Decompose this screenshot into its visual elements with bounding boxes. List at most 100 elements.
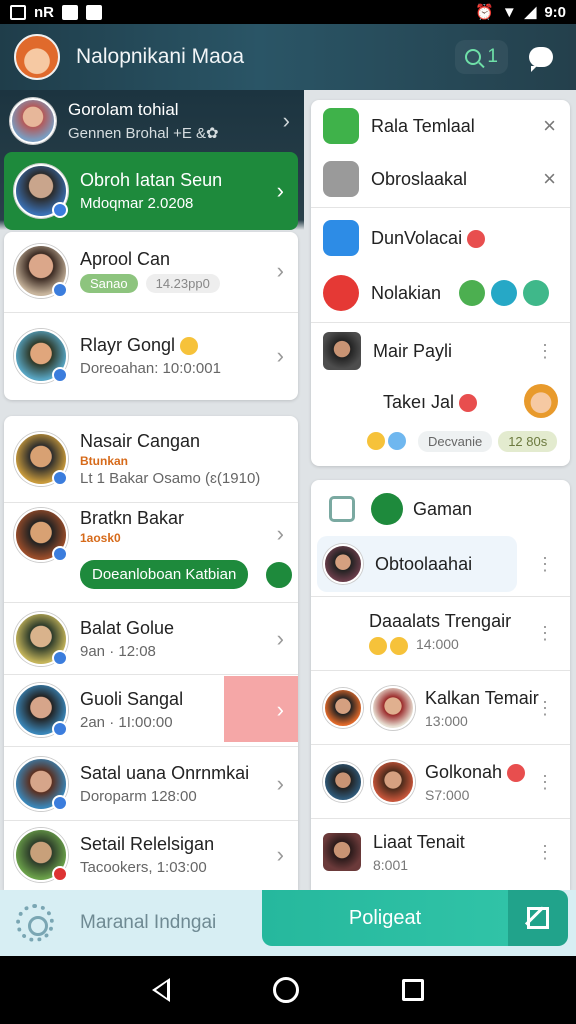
whatsapp-icon[interactable] — [459, 280, 486, 306]
mail-icon — [62, 4, 78, 20]
panel2-header: Gaman — [311, 486, 570, 532]
bottom-label[interactable]: Maranal Indngai — [80, 912, 216, 934]
id-icon[interactable] — [523, 280, 550, 306]
profile-avatar[interactable] — [14, 34, 60, 80]
divider — [4, 746, 298, 747]
chat-card-a: Aprool Can Sanao 14.23pp0 › Rlayr Gongl D… — [4, 232, 298, 400]
divider — [4, 674, 298, 675]
app-icon — [323, 275, 359, 311]
panel-item-5[interactable]: Takeı Jal — [311, 380, 570, 424]
wifi-icon: ▼ — [501, 3, 517, 21]
chat-name: Satal uana Onrnmkai — [80, 763, 250, 783]
avatar — [371, 760, 415, 804]
more-icon[interactable]: ⋮ — [536, 773, 554, 791]
contact-row-3[interactable]: Golkonah S7:000 ⋮ — [311, 746, 570, 818]
swipe-action[interactable] — [224, 676, 298, 742]
contact-row-1[interactable]: Daaalats Trengair 14:000 ⋮ — [311, 598, 570, 668]
chat-bubble-icon — [529, 47, 553, 72]
action-chip[interactable]: Doeanloboan Katbian — [80, 560, 249, 589]
close-icon[interactable]: × — [543, 166, 556, 192]
chat-row-4[interactable]: Nasair Cangan Btunkan Lt 1 Bakar Osamo (… — [4, 420, 298, 498]
new-chat-button[interactable] — [520, 36, 562, 78]
panel-chips: Decvanie 12 80s — [311, 426, 570, 456]
chat-row-7[interactable]: Guoli Sangal 2an · 1I:00:00 › — [4, 676, 298, 744]
contact-row-2[interactable]: Kalkan Temair 13:000 ⋮ — [311, 672, 570, 744]
chat-tag: 1aosk0 — [80, 531, 121, 545]
settings-gear-icon[interactable] — [16, 904, 54, 942]
avatar — [323, 332, 361, 370]
contact-name: Liaat Tenait — [373, 831, 465, 852]
more-icon[interactable]: ⋮ — [536, 843, 554, 861]
chat-sub: Lt 1 Bakar Osamo (ɛ(1910) — [80, 470, 261, 487]
avatar — [14, 329, 68, 383]
contact-time: 14:000 — [416, 636, 459, 653]
sticker-icon — [524, 384, 558, 418]
chevron-right-icon: › — [276, 771, 284, 796]
chat-row-6[interactable]: Balat Golue 9an · 12:08 › — [4, 604, 298, 674]
more-icon[interactable]: ⋮ — [536, 555, 554, 573]
status-bar: nR ⏰ ▼ ◢ 9:0 — [0, 0, 576, 24]
chat-row-2[interactable]: Aprool Can Sanao 14.23pp0 › — [4, 232, 298, 310]
chat-tag: Btunkan — [80, 454, 128, 468]
panel-item-3[interactable]: Nolakian — [311, 266, 570, 320]
contact-row-0[interactable]: Obtoolaahai ⋮ — [311, 536, 570, 592]
search-button[interactable]: 1 — [455, 40, 508, 74]
chat-row-1[interactable]: Obroh Iatan Seun Mdoqmar 2.0208 › — [4, 152, 298, 230]
chat-name: Nasair Cangan — [80, 431, 201, 451]
panel-item-0[interactable]: Rala Temlaal × — [311, 100, 570, 152]
avatar — [10, 98, 56, 144]
divider — [311, 596, 570, 597]
chevron-right-icon: › — [276, 626, 284, 651]
contacts-panel: Gaman Obtoolaahai ⋮ Daaalats Trengair 14… — [311, 480, 570, 890]
avatar — [323, 688, 363, 728]
panel-label: Takeı Jal — [383, 392, 480, 413]
panel-label: Nolakian — [371, 282, 442, 303]
chevron-right-icon: › — [276, 178, 284, 203]
more-icon[interactable]: ⋮ — [536, 342, 554, 360]
close-icon[interactable]: × — [543, 113, 556, 139]
divider — [4, 602, 298, 603]
more-icon[interactable]: ⋮ — [536, 624, 554, 642]
compose-button[interactable] — [508, 890, 568, 946]
contact-row-4[interactable]: Liaat Tenait 8:001 ⋮ — [311, 820, 570, 884]
chat-row-3[interactable]: Rlayr Gongl Doreoahan: 10:0:001 › — [4, 316, 298, 396]
recents-icon[interactable] — [402, 979, 425, 1001]
chat-row-0[interactable]: Gorolam tohial Gennen Brohal +E &✿ › — [0, 90, 304, 152]
chat-name: Setail Relelsigan — [80, 834, 215, 854]
panel-item-2[interactable]: DunVolacai — [311, 210, 570, 266]
primary-button[interactable]: Poligeat — [262, 890, 508, 946]
panel2-title: Gaman — [413, 498, 473, 519]
avatar — [323, 762, 363, 802]
download-icon — [86, 4, 102, 20]
add-icon[interactable] — [264, 560, 294, 590]
panel-item-4[interactable]: Mair Payli ⋮ — [311, 326, 570, 376]
avatar — [14, 508, 68, 562]
panel-item-1[interactable]: Obroslaakal × — [311, 152, 570, 206]
compose-icon — [527, 907, 549, 929]
panel-label: Mair Payli — [373, 340, 453, 361]
status-left-text: nR — [34, 3, 54, 21]
chat-sub: Doroparm 128:00 — [80, 788, 197, 805]
chat-sub: Doreoahan: 10:0:001 — [80, 360, 221, 377]
home-icon[interactable] — [272, 977, 299, 1003]
chat-row-9[interactable]: Setail Relelsigan Tacookers, 1:03:00 › — [4, 822, 298, 888]
app-icon — [323, 108, 359, 144]
chat-sub: Gennen Brohal +E &✿ — [68, 125, 219, 142]
contact-name: Kalkan Temair — [425, 687, 539, 708]
chevron-right-icon: › — [282, 108, 290, 133]
edit-icon[interactable] — [329, 496, 355, 522]
chip-grey[interactable]: Decvanie — [418, 430, 493, 452]
info-icon[interactable] — [491, 280, 518, 306]
back-icon[interactable] — [151, 978, 170, 1002]
notification-icon — [10, 4, 26, 20]
contact-time: S7:000 — [425, 786, 470, 803]
system-nav-bar — [0, 956, 576, 1024]
chat-list: Gorolam tohial Gennen Brohal +E &✿ › Obr… — [0, 90, 304, 890]
chip-lime[interactable]: 12 80s — [498, 430, 558, 452]
chat-row-5[interactable]: Bratkn Bakar 1aosk0 › Doeanloboan Katbia… — [4, 504, 298, 600]
chat-row-8[interactable]: Satal uana Onrnmkai Doroparm 128:00 › — [4, 748, 298, 820]
avatar — [323, 544, 363, 584]
more-icon[interactable]: ⋮ — [536, 699, 554, 717]
apps-panel: Rala Temlaal × Obroslaakal × DunVolacai … — [311, 100, 570, 466]
app-icon — [323, 161, 359, 197]
